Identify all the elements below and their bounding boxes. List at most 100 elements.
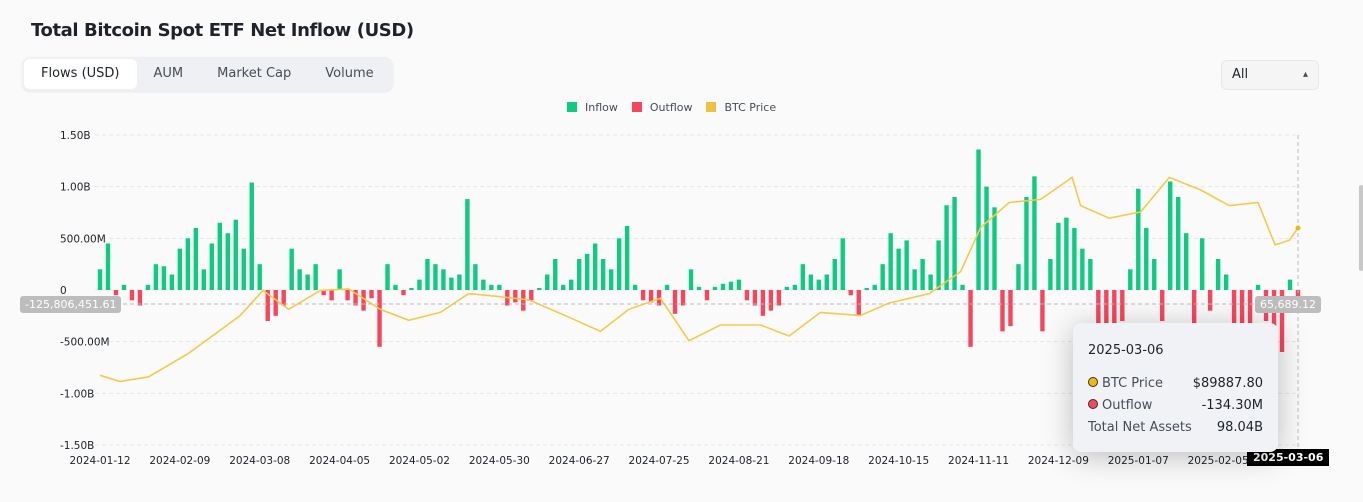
outflow-bar [1191, 290, 1197, 327]
inflow-bar [105, 243, 111, 290]
outflow-bar [1120, 290, 1125, 321]
outflow-bar [513, 290, 518, 303]
inflow-bar [872, 284, 877, 290]
inflow-bar [425, 259, 430, 290]
inflow-bar [257, 264, 262, 290]
inflow-bar [153, 264, 159, 290]
outflow-bar [768, 290, 774, 311]
inflow-bar [1168, 181, 1173, 290]
x-tick-label: 2024-05-02 [389, 455, 450, 467]
inflow-bar [736, 279, 742, 290]
outflow-bar [856, 290, 861, 316]
inflow-bar [616, 238, 622, 290]
inflow-bar [577, 259, 582, 290]
x-tick-label: 2024-07-25 [629, 455, 690, 467]
inflow-bar [1064, 217, 1069, 290]
inflow-bar [305, 274, 310, 290]
inflow-bar [457, 274, 462, 290]
outflow-bar [1160, 290, 1165, 321]
outflow-bar [401, 290, 406, 296]
inflow-bar [169, 274, 175, 290]
outflow-bar [760, 290, 766, 316]
inflow-bar [1255, 284, 1261, 290]
inflow-bar [864, 287, 869, 290]
x-tick-label: 2025-02-05 [1188, 455, 1249, 467]
inflow-bar [712, 286, 718, 290]
x-tick-label: 2024-11-11 [948, 455, 1009, 467]
inflow-bar [1183, 233, 1189, 290]
outflow-bar [1112, 290, 1117, 327]
x-tick-label: 2025-01-07 [1108, 455, 1169, 467]
inflow-bar [289, 248, 294, 290]
crosshair-right-label: 65,689.12 [1255, 296, 1321, 313]
inflow-bar [1144, 228, 1149, 290]
inflow-bar [944, 205, 949, 290]
inflow-bar [1088, 259, 1093, 290]
inflow-bar [417, 279, 422, 290]
outflow-bar [968, 290, 973, 347]
inflow-bar [840, 238, 845, 290]
inflow-bar [233, 219, 238, 290]
inflow-bar [217, 222, 222, 290]
inflow-bar [1024, 197, 1029, 290]
btc-price-point [1295, 225, 1301, 231]
outflow-bar [752, 290, 758, 306]
scrollbar[interactable] [1359, 185, 1363, 271]
inflow-bar [473, 264, 478, 290]
inflow-bar [201, 269, 207, 290]
inflow-bar [441, 269, 446, 290]
outflow-bar [273, 290, 278, 316]
inflow-bar [1080, 248, 1085, 290]
inflow-bar [584, 253, 590, 290]
y-tick-label: 1.50B [60, 130, 91, 142]
outflow-bar [113, 290, 119, 296]
outflow-bar [521, 290, 526, 311]
inflow-bar [1048, 259, 1053, 290]
inflow-bar [784, 286, 790, 290]
x-tick-label: 2024-04-05 [309, 455, 370, 467]
inflow-bar [808, 274, 814, 290]
inflow-bar [553, 259, 558, 290]
inflow-bar [1176, 197, 1181, 290]
inflow-bar [297, 269, 302, 290]
inflow-bar [393, 284, 398, 290]
inflow-bar [465, 199, 470, 290]
inflow-bar [904, 240, 909, 290]
outflow-bar [329, 290, 334, 301]
inflow-bar [1136, 188, 1141, 290]
inflow-bar [720, 283, 726, 290]
inflow-bar [592, 243, 598, 290]
inflow-bar [1287, 279, 1293, 290]
inflow-bar [880, 264, 885, 290]
inflow-bar [385, 264, 390, 290]
x-tick-label: 2024-02-09 [149, 455, 210, 467]
inflow-bar [624, 225, 630, 290]
inflow-bar [960, 284, 965, 290]
inflow-bar [696, 286, 702, 290]
outflow-bar [369, 290, 374, 299]
tooltip-date: 2025-03-06 [1088, 343, 1164, 358]
inflow-bar [824, 274, 829, 290]
outflow-bar [1000, 290, 1005, 332]
inflow-bar [688, 269, 694, 290]
inflow-bar [792, 284, 798, 290]
inflow-bar [481, 279, 486, 290]
inflow-bar [1152, 259, 1157, 290]
inflow-bar [1072, 228, 1077, 290]
btc-price-dot-icon [1088, 377, 1098, 387]
outflow-bar [1040, 290, 1045, 332]
inflow-bar [449, 277, 454, 290]
outflow-bar [281, 290, 286, 306]
inflow-bar [145, 284, 151, 290]
outflow-bar [137, 290, 143, 306]
inflow-bar [728, 281, 734, 290]
inflow-bar [800, 264, 806, 290]
outflow-bar [744, 290, 750, 301]
tooltip-row-btc-price: BTC Price $89887.80 [1088, 376, 1263, 394]
inflow-bar [489, 284, 494, 290]
inflow-bar [225, 233, 230, 290]
inflow-bar [600, 259, 606, 290]
inflow-bar [209, 243, 215, 290]
outflow-bar [345, 290, 350, 301]
outflow-bar [529, 290, 534, 301]
